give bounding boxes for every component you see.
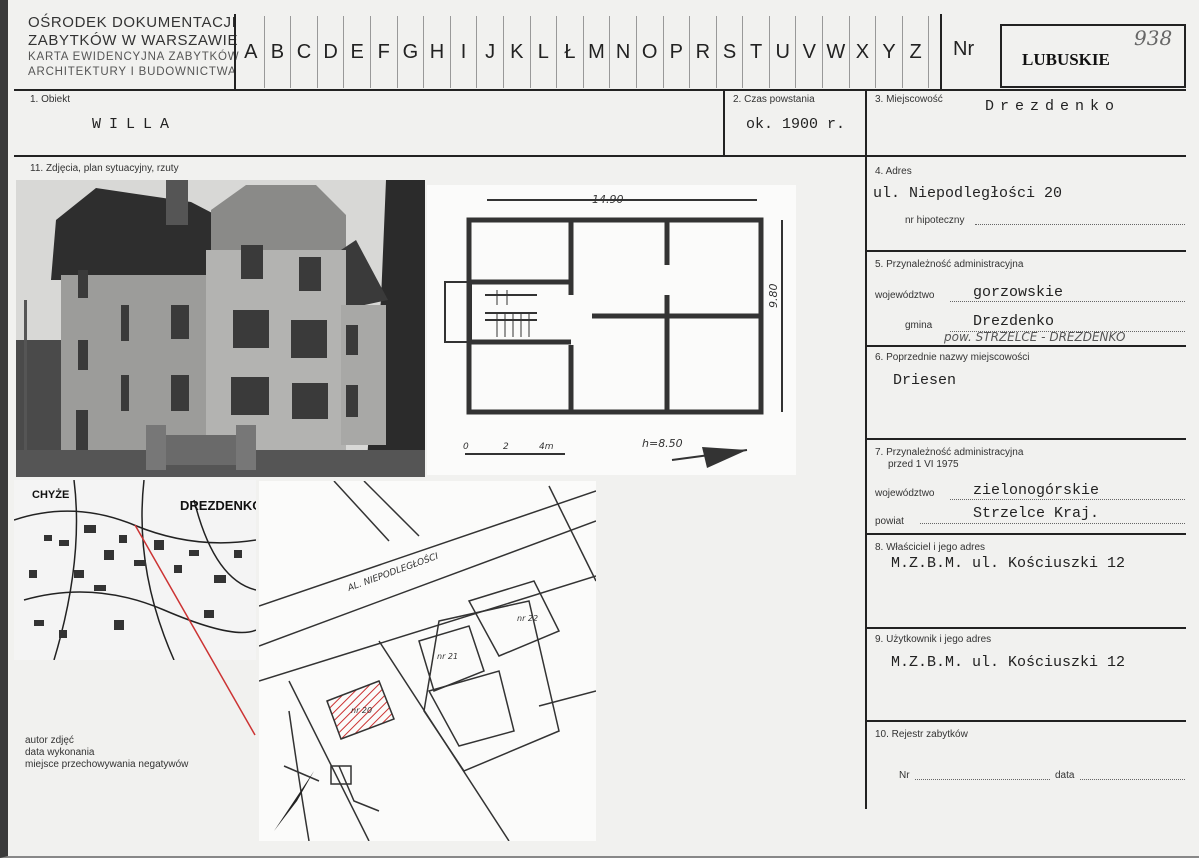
index-letter: O — [637, 16, 664, 88]
index-letter: U — [770, 16, 797, 88]
former-names-value: Driesen — [893, 372, 957, 389]
place-value: Drezdenko — [985, 98, 1121, 115]
handwritten-county-note: pow. STRZELCE - DREZDENKO — [944, 330, 1126, 344]
plan-scale-2: 2 — [503, 442, 509, 452]
photo-author-label: autor zdjęć — [25, 735, 74, 746]
map-label-drezdenko: DREZDENKO — [180, 498, 256, 513]
user-label: 9. Użytkownik i jego adres — [875, 634, 992, 645]
index-letter: R — [690, 16, 717, 88]
powiat-value: Strzelce Kraj. — [973, 505, 1100, 522]
index-letter: Ł — [557, 16, 584, 88]
villa-photo — [16, 180, 425, 477]
region-name: LUBUSKIE — [1022, 50, 1110, 69]
map-label-chyze: CHYŻE — [32, 488, 69, 501]
institution-line3: KARTA EWIDENCYJNA ZABYTKÓW — [28, 51, 240, 63]
index-letter: I — [451, 16, 478, 88]
index-letter: J — [477, 16, 504, 88]
index-letter: W — [823, 16, 850, 88]
voivodeship-before-label: województwo — [875, 488, 935, 499]
index-letter: M — [584, 16, 611, 88]
index-letter: V — [796, 16, 824, 88]
site-plan: AL. NIEPODLEGŁOŚCI nr 20 nr 21 nr 22 — [258, 480, 597, 842]
registry-date-label: data — [1055, 770, 1075, 781]
negatives-storage-label: miejsce przechowywania negatywów — [25, 759, 189, 770]
user-value: M.Z.B.M. ul. Kościuszki 12 — [891, 654, 1126, 671]
plan-width-dimension: 14.90 — [592, 193, 624, 206]
institution-block: OŚRODEK DOKUMENTACJI ZABYTKÓW W WARSZAWI… — [28, 14, 239, 80]
house-21-label: nr 21 — [437, 652, 458, 661]
admin-before-label: 7. Przynależność administracyjna — [875, 447, 1024, 458]
voivodeship-before-value: zielonogórskie — [973, 482, 1100, 499]
index-letter: F — [371, 16, 398, 88]
date-value: ok. 1900 r. — [746, 116, 846, 133]
index-letter: A — [238, 16, 265, 88]
plan-scale-4: 4m — [539, 442, 554, 452]
index-letter: X — [850, 16, 877, 88]
index-letter: N — [610, 16, 637, 88]
voivodeship-value: gorzowskie — [973, 284, 1064, 301]
admin-before-date-label: przed 1 VI 1975 — [888, 459, 959, 470]
house-20-label: nr 20 — [351, 706, 372, 715]
registry-nr-label: Nr — [899, 770, 910, 781]
date-label: 2. Czas powstania — [733, 94, 815, 105]
address-value: ul. Niepodległości 20 — [873, 185, 1063, 202]
index-letter: E — [344, 16, 371, 88]
index-letter: L — [531, 16, 558, 88]
gmina-value: Drezdenko — [973, 313, 1055, 330]
photos-label: 11. Zdjęcia, plan sytuacyjny, rzuty — [30, 163, 179, 174]
plan-scale-0: 0 — [463, 442, 469, 452]
index-letter: H — [424, 16, 451, 88]
institution-line2: ZABYTKÓW W WARSZAWIE — [28, 32, 239, 49]
institution-line4: ARCHITEKTURY I BUDOWNICTWA — [28, 66, 237, 78]
index-letter: Z — [903, 16, 930, 88]
index-letter: B — [265, 16, 292, 88]
admin-label: 5. Przynależność administracyjna — [875, 259, 1024, 270]
index-letter: T — [743, 16, 770, 88]
powiat-label: powiat — [875, 516, 904, 527]
plan-depth-dimension: 9.80 — [767, 284, 780, 309]
index-letter: C — [291, 16, 318, 88]
object-label: 1. Obiekt — [30, 94, 71, 105]
registry-label: 10. Rejestr zabytków — [875, 729, 968, 740]
owner-value: M.Z.B.M. ul. Kościuszki 12 — [891, 555, 1126, 572]
object-value: WILLA — [92, 116, 178, 133]
plan-height-label: h=8.50 — [642, 437, 683, 450]
owner-label: 8. Właściciel i jego adres — [875, 542, 986, 553]
index-letter: P — [664, 16, 691, 88]
place-label: 3. Miejscowość — [875, 94, 943, 105]
index-letter: S — [717, 16, 744, 88]
index-letter: Y — [876, 16, 903, 88]
inventory-card: OŚRODEK DOKUMENTACJI ZABYTKÓW W WARSZAWI… — [0, 0, 1199, 858]
handwritten-card-number: 938 — [1134, 26, 1173, 50]
address-label: 4. Adres — [875, 166, 912, 177]
former-names-label: 6. Poprzednie nazwy miejscowości — [875, 352, 1030, 363]
mortgage-label: nr hipoteczny — [905, 215, 965, 226]
index-letter: G — [398, 16, 425, 88]
alphabet-index: ABCDEFGHIJKLŁMNOPRSTUVWXYZ — [238, 16, 930, 88]
photo-meta: autor zdjęć data wykonania miejsce przec… — [25, 735, 188, 771]
index-letter: K — [504, 16, 531, 88]
voivodeship-label: województwo — [875, 290, 935, 301]
map-pointer-line — [134, 524, 256, 736]
gmina-label: gmina — [905, 320, 933, 331]
floor-plan: 14.90 9.80 h=8.50 0 2 4m — [427, 185, 796, 475]
house-22-label: nr 22 — [517, 614, 538, 623]
photo-date-label: data wykonania — [25, 747, 95, 758]
index-letter: D — [318, 16, 345, 88]
institution-line1: OŚRODEK DOKUMENTACJI — [28, 14, 237, 31]
nr-label: Nr — [953, 38, 975, 60]
